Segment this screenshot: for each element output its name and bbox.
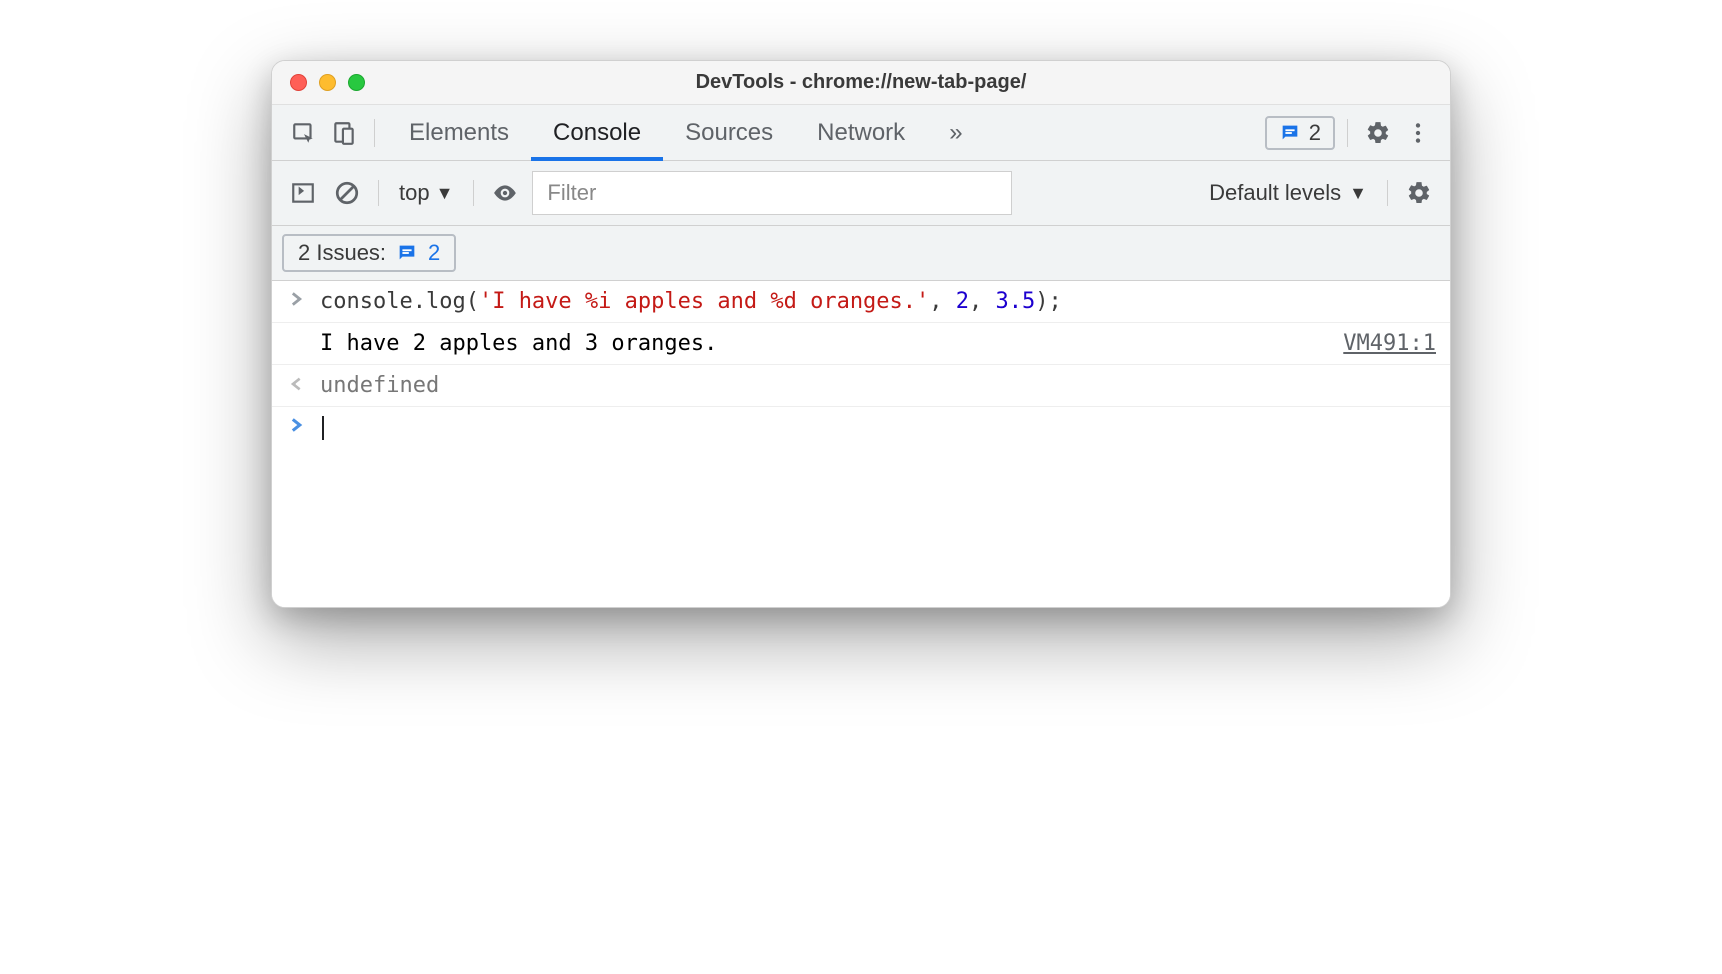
source-link[interactable]: VM491:1 [1343, 331, 1436, 356]
context-label: top [399, 180, 430, 206]
console-return-value: undefined [320, 373, 1436, 398]
console-body: console.log('I have %i apples and %d ora… [272, 281, 1450, 607]
settings-icon[interactable] [1360, 115, 1396, 151]
close-window-button[interactable] [290, 74, 307, 91]
panel-tabs: Elements Console Sources Network » [387, 105, 985, 160]
issues-pill[interactable]: 2 Issues: 2 [282, 234, 456, 272]
divider [1347, 119, 1348, 147]
console-return-row: undefined [272, 365, 1450, 407]
issues-icon [1279, 122, 1301, 144]
maximize-window-button[interactable] [348, 74, 365, 91]
console-settings-icon[interactable] [1402, 176, 1436, 210]
issues-row: 2 Issues: 2 [272, 226, 1450, 281]
divider [1387, 180, 1388, 206]
divider [374, 119, 375, 147]
console-input-code[interactable]: console.log('I have %i apples and %d ora… [320, 289, 1436, 314]
console-prompt-row[interactable] [272, 407, 1450, 607]
console-output-row: I have 2 apples and 3 oranges. VM491:1 [272, 323, 1450, 365]
text-cursor [322, 416, 324, 440]
inspect-element-icon[interactable] [286, 115, 322, 151]
tab-elements[interactable]: Elements [387, 105, 531, 160]
issues-label: 2 Issues: [298, 240, 386, 266]
titlebar: DevTools - chrome://new-tab-page/ [272, 61, 1450, 105]
levels-label: Default levels [1209, 180, 1341, 206]
issues-count: 2 [428, 240, 440, 266]
issues-icon [396, 242, 418, 264]
console-prompt-input[interactable] [320, 415, 1436, 440]
tab-overflow[interactable]: » [927, 105, 984, 160]
minimize-window-button[interactable] [319, 74, 336, 91]
issues-badge-count: 2 [1309, 120, 1321, 146]
divider [378, 180, 379, 206]
output-gutter [286, 331, 308, 334]
filter-input[interactable] [532, 171, 1012, 215]
log-levels-selector[interactable]: Default levels ▼ [1203, 176, 1373, 210]
chevron-down-icon: ▼ [1349, 183, 1367, 204]
live-expression-icon[interactable] [488, 176, 522, 210]
tab-network[interactable]: Network [795, 105, 927, 160]
context-selector[interactable]: top ▼ [393, 176, 459, 210]
console-toolbar: top ▼ Default levels ▼ [272, 161, 1450, 226]
traffic-lights [290, 74, 365, 91]
tab-console[interactable]: Console [531, 105, 663, 160]
console-output-text: I have 2 apples and 3 oranges. [320, 331, 1331, 356]
prompt-chevron-icon [286, 415, 308, 432]
input-chevron-icon [286, 289, 308, 306]
device-toggle-icon[interactable] [326, 115, 362, 151]
return-chevron-icon [286, 373, 308, 392]
tabbar: Elements Console Sources Network » 2 [272, 105, 1450, 161]
clear-console-icon[interactable] [330, 176, 364, 210]
show-console-sidebar-icon[interactable] [286, 176, 320, 210]
kebab-menu-icon[interactable] [1400, 115, 1436, 151]
chevron-down-icon: ▼ [436, 183, 454, 204]
issues-badge[interactable]: 2 [1265, 116, 1335, 150]
window-title: DevTools - chrome://new-tab-page/ [272, 71, 1450, 94]
divider [473, 180, 474, 206]
devtools-window: DevTools - chrome://new-tab-page/ Elemen… [271, 60, 1451, 608]
console-input-row: console.log('I have %i apples and %d ora… [272, 281, 1450, 323]
tab-sources[interactable]: Sources [663, 105, 795, 160]
